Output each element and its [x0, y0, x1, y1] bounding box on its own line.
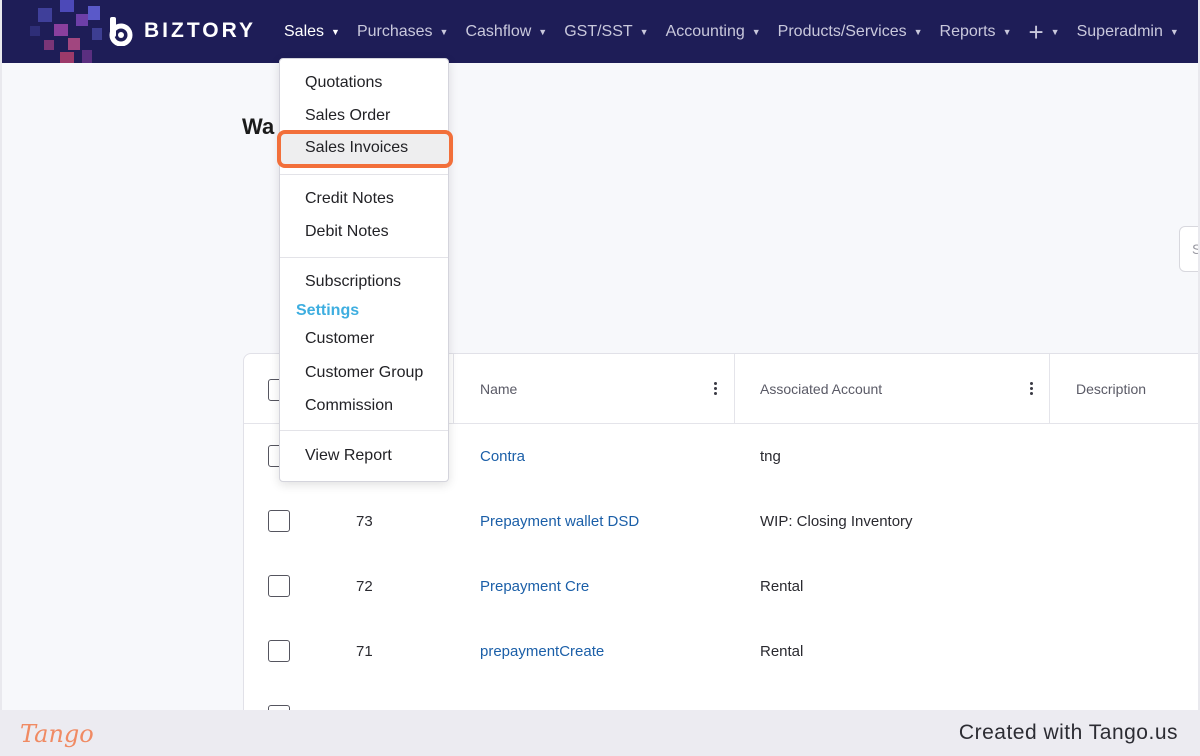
- column-header-name[interactable]: Name: [480, 354, 517, 424]
- column-divider: [1049, 354, 1050, 424]
- nav-sales-label: Sales: [284, 22, 325, 40]
- menu-divider: [280, 174, 448, 175]
- menu-item-customer-group[interactable]: Customer Group: [305, 364, 423, 382]
- nav-accounting-label: Accounting: [665, 22, 745, 40]
- main-nav: Sales ▼ Purchases ▼ Cashflow ▼ GST/SST ▼ Acc…: [284, 0, 1196, 63]
- nav-cashflow[interactable]: Cashflow ▼: [465, 23, 547, 41]
- menu-divider: [280, 257, 448, 258]
- nav-gst-sst-label: GST/SST: [564, 22, 633, 40]
- table-row[interactable]: 72 Prepayment Cre Rental: [244, 554, 1198, 619]
- caret-down-icon: ▼: [913, 26, 923, 37]
- row-checkbox[interactable]: [268, 575, 290, 597]
- caret-down-icon: ▼: [1169, 26, 1179, 37]
- table-row[interactable]: [244, 684, 1198, 710]
- menu-item-sales-invoices[interactable]: Sales Invoices: [305, 139, 408, 157]
- page-title: Wa: [242, 114, 275, 139]
- top-navbar: BIZTORY Sales ▼ Purchases ▼ Cashflow ▼ GST/…: [2, 0, 1198, 63]
- row-checkbox[interactable]: [268, 510, 290, 532]
- row-name-link[interactable]: Prepayment wallet DSD: [480, 489, 639, 554]
- menu-item-sales-order[interactable]: Sales Order: [305, 107, 390, 125]
- row-account: Rental: [760, 578, 804, 595]
- nav-quick-add[interactable]: + ▼: [1028, 16, 1060, 47]
- nav-purchases-label: Purchases: [356, 22, 433, 40]
- table-row[interactable]: 71 prepaymentCreate Rental: [244, 619, 1198, 684]
- row-account: Rental: [760, 643, 804, 660]
- caret-down-icon: ▼: [538, 26, 548, 37]
- nav-reports[interactable]: Reports ▼: [940, 23, 1012, 41]
- row-name-link[interactable]: Prepayment Cre: [480, 554, 589, 619]
- nav-products-services[interactable]: Products/Services ▼: [778, 23, 923, 41]
- nav-reports-label: Reports: [939, 22, 996, 40]
- created-with-text: Created with Tango.us: [958, 721, 1178, 744]
- column-divider: [453, 354, 454, 424]
- column-header-associated-account[interactable]: Associated Account: [760, 354, 882, 424]
- biztory-logo-icon: [106, 16, 136, 47]
- app-window: BIZTORY Sales ▼ Purchases ▼ Cashflow ▼ GST/…: [2, 0, 1198, 710]
- row-id: 71: [356, 643, 373, 660]
- menu-item-customer[interactable]: Customer: [305, 330, 374, 348]
- caret-down-icon: ▼: [1002, 26, 1012, 37]
- tango-footer: Tango Created with Tango.us: [0, 710, 1200, 756]
- sales-dropdown-menu: Quotations Sales Order Sales Invoices Cr…: [277, 58, 453, 482]
- column-divider: [734, 354, 735, 424]
- plus-icon: +: [1028, 16, 1044, 47]
- tango-logo: Tango: [20, 720, 94, 748]
- menu-item-view-report[interactable]: View Report: [305, 447, 392, 465]
- menu-item-debit-notes[interactable]: Debit Notes: [305, 223, 389, 241]
- nav-user-label: Superadmin: [1076, 22, 1163, 40]
- menu-heading-settings: Settings: [296, 302, 360, 319]
- menu-item-subscriptions[interactable]: Subscriptions: [305, 273, 401, 291]
- menu-divider: [280, 430, 448, 431]
- nav-cashflow-label: Cashflow: [465, 22, 532, 40]
- brand-name: BIZTORY: [144, 19, 257, 42]
- column-header-description[interactable]: Description: [1076, 354, 1146, 424]
- nav-gst-sst[interactable]: GST/SST ▼: [564, 23, 648, 41]
- search-placeholder: S: [1192, 241, 1198, 257]
- menu-item-commission[interactable]: Commission: [305, 397, 393, 415]
- row-checkbox[interactable]: [268, 640, 290, 662]
- caret-down-icon: ▼: [439, 26, 449, 37]
- menu-item-quotations[interactable]: Quotations: [305, 74, 382, 92]
- menu-item-credit-notes[interactable]: Credit Notes: [305, 190, 394, 208]
- nav-products-services-label: Products/Services: [777, 22, 907, 40]
- row-name-link[interactable]: prepaymentCreate: [480, 619, 604, 684]
- column-menu-icon[interactable]: [714, 382, 718, 397]
- table-row[interactable]: 73 Prepayment wallet DSD WIP: Closing In…: [244, 489, 1198, 554]
- caret-down-icon: ▼: [751, 26, 761, 37]
- row-account: WIP: Closing Inventory: [760, 513, 913, 530]
- search-input[interactable]: S: [1179, 226, 1198, 272]
- nav-accounting[interactable]: Accounting ▼: [666, 23, 761, 41]
- nav-purchases[interactable]: Purchases ▼: [357, 23, 449, 41]
- caret-down-icon: ▼: [331, 26, 340, 37]
- row-name-link[interactable]: Contra: [480, 424, 525, 489]
- nav-sales[interactable]: Sales ▼: [284, 23, 340, 41]
- row-account: tng: [760, 448, 781, 465]
- caret-down-icon: ▼: [639, 26, 649, 37]
- biztory-logo[interactable]: BIZTORY: [106, 16, 257, 47]
- row-id: 73: [356, 513, 373, 530]
- caret-down-icon: ▼: [1050, 26, 1060, 37]
- row-id: 72: [356, 578, 373, 595]
- nav-user-menu[interactable]: Superadmin ▼: [1077, 23, 1179, 41]
- column-menu-icon[interactable]: [1030, 382, 1034, 397]
